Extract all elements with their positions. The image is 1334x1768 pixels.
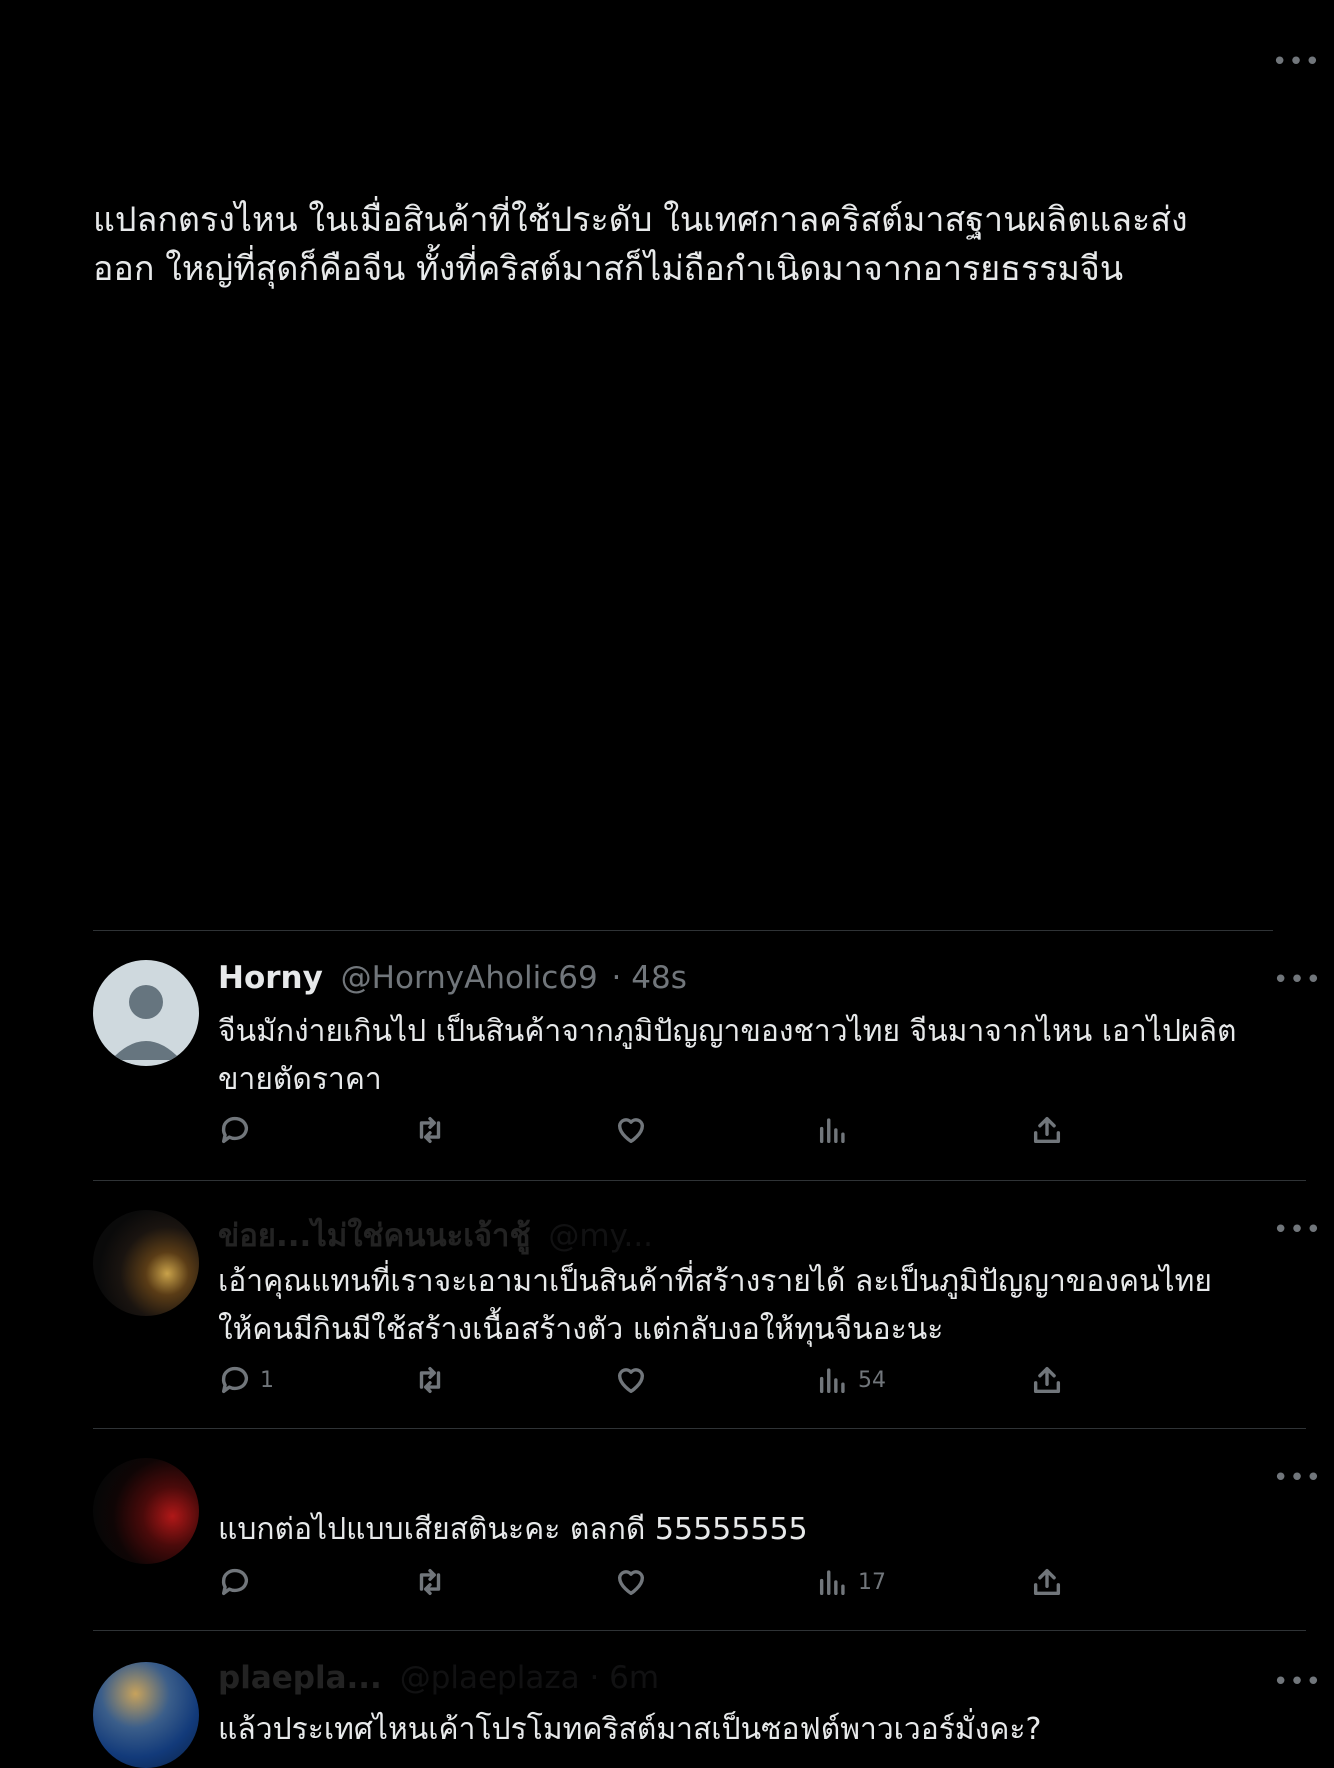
display-name[interactable]: ข่อย...ไม่ใช่คนนะเจ้าชู้	[218, 1218, 530, 1254]
more-options-icon[interactable]: •••	[1272, 49, 1321, 75]
share-button[interactable]	[1030, 1564, 1064, 1600]
heart-icon	[617, 1118, 645, 1144]
display-name[interactable]: Horny	[218, 960, 323, 996]
more-options-icon[interactable]: •••	[1273, 1669, 1322, 1695]
share-icon	[1033, 1568, 1061, 1596]
action-bar	[218, 1112, 1118, 1148]
reply-icon	[221, 1366, 249, 1394]
reply-count: 1	[260, 1367, 274, 1393]
share-icon	[1033, 1116, 1061, 1144]
views-icon	[819, 1368, 845, 1394]
action-bar: 1 54	[218, 1362, 1118, 1398]
post-text-line-2: ออก ใหญ่ที่สุดก็คือจีน ทั้งที่คริสต์มาสก…	[93, 249, 1124, 289]
share-icon	[1033, 1366, 1061, 1394]
reply-button[interactable]: 1	[218, 1362, 274, 1398]
reply-header: plaepla... @plaeplaza · 6m	[218, 1660, 659, 1696]
reply-text-line-1: แบกต่อไปแบบเสียสตินะคะ ตลกดี 55555555	[218, 1512, 808, 1547]
reply-tweet[interactable]: Horny @HornyAholic69 · 48s ••• จีนมักง่า…	[93, 960, 1321, 1181]
views-button[interactable]: 54	[816, 1362, 886, 1398]
reply-icon	[221, 1568, 249, 1596]
reply-text-line-2: ขายตัดราคา	[218, 1062, 382, 1097]
retweet-icon	[419, 1366, 441, 1394]
reply-tweet[interactable]: ••• แบกต่อไปแบบเสียสตินะคะ ตลกดี 5555555…	[93, 1458, 1321, 1631]
retweet-icon	[419, 1568, 441, 1596]
more-options-icon[interactable]: •••	[1273, 1217, 1322, 1243]
views-icon	[819, 1118, 845, 1144]
reply-text-line-1: แล้วประเทศไหนเค้าโปรโมทคริสต์มาสเป็นซอฟต…	[218, 1712, 1042, 1747]
post-text: แปลกตรงไหน ในเมื่อสินค้าที่ใช้ประดับ ในเ…	[93, 196, 1273, 294]
post-text-line-1: แปลกตรงไหน ในเมื่อสินค้าที่ใช้ประดับ ในเ…	[93, 200, 1188, 240]
reply-text-line-2: ให้คนมีกินมีใช้สร้างเนื้อสร้างตัว แต่กลั…	[218, 1312, 944, 1347]
timestamp[interactable]: · 48s	[612, 960, 687, 996]
user-handle[interactable]: @HornyAholic69	[341, 960, 598, 996]
like-button[interactable]	[614, 1362, 648, 1398]
default-avatar-icon	[111, 985, 181, 1060]
action-bar: 17	[218, 1564, 1118, 1600]
display-name[interactable]: plaepla...	[218, 1660, 382, 1696]
avatar[interactable]	[93, 960, 199, 1066]
reply-header: Horny @HornyAholic69 · 48s	[218, 960, 687, 996]
reply-tweet[interactable]: plaepla... @plaeplaza · 6m ••• แล้วประเท…	[93, 1660, 1321, 1768]
views-count: 54	[858, 1367, 886, 1393]
post-media[interactable]	[93, 300, 1273, 931]
retweet-button[interactable]	[413, 1362, 447, 1398]
user-handle[interactable]: @plaeplaza · 6m	[400, 1660, 659, 1696]
reply-text-line-1: จีนมักง่ายเกินไป เป็นสินค้าจากภูมิปัญญาข…	[218, 1014, 1237, 1049]
reply-text: แบกต่อไปแบบเสียสตินะคะ ตลกดี 55555555	[218, 1506, 1308, 1554]
reply-text-line-1: เอ้าคุณแทนที่เราจะเอามาเป็นสินค้าที่สร้า…	[218, 1264, 1212, 1299]
share-button[interactable]	[1030, 1362, 1064, 1398]
heart-icon	[617, 1368, 645, 1394]
views-button[interactable]	[816, 1112, 850, 1148]
share-button[interactable]	[1030, 1112, 1064, 1148]
avatar[interactable]	[93, 1210, 199, 1316]
like-button[interactable]	[614, 1564, 648, 1600]
reply-header: ข่อย...ไม่ใช่คนนะเจ้าชู้ @my...	[218, 1210, 653, 1260]
user-handle[interactable]: @my...	[548, 1218, 653, 1254]
reply-tweet[interactable]: ข่อย...ไม่ใช่คนนะเจ้าชู้ @my... ••• เอ้า…	[93, 1210, 1321, 1429]
avatar[interactable]	[93, 1458, 199, 1564]
more-options-icon[interactable]: •••	[1273, 1465, 1322, 1491]
reply-text: จีนมักง่ายเกินไป เป็นสินค้าจากภูมิปัญญาข…	[218, 1008, 1308, 1104]
more-options-icon[interactable]: •••	[1273, 967, 1322, 993]
avatar[interactable]	[93, 1662, 199, 1768]
views-count: 17	[858, 1569, 886, 1595]
views-button[interactable]: 17	[816, 1564, 886, 1600]
retweet-button[interactable]	[413, 1112, 447, 1148]
reply-icon	[221, 1116, 249, 1144]
retweet-button[interactable]	[413, 1564, 447, 1600]
reply-button[interactable]	[218, 1564, 252, 1600]
reply-button[interactable]	[218, 1112, 252, 1148]
views-icon	[819, 1570, 845, 1596]
heart-icon	[617, 1570, 645, 1596]
like-button[interactable]	[614, 1112, 648, 1148]
reply-text: เอ้าคุณแทนที่เราจะเอามาเป็นสินค้าที่สร้า…	[218, 1258, 1308, 1354]
reply-text: แล้วประเทศไหนเค้าโปรโมทคริสต์มาสเป็นซอฟต…	[218, 1706, 1308, 1754]
retweet-icon	[419, 1116, 441, 1144]
